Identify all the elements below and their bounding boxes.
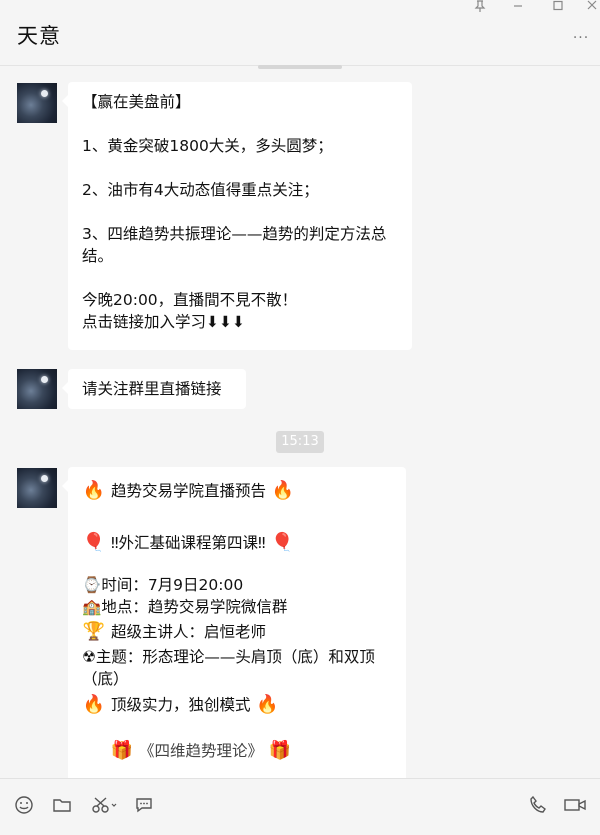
avatar[interactable] — [17, 468, 57, 508]
input-toolbar — [0, 778, 600, 835]
message-text: 今晚20:00，直播間不見不散！ — [82, 291, 298, 309]
topic-icon: ☢ — [82, 648, 96, 666]
location-row: 🏫地点：趋势交易学院微信群 — [82, 596, 392, 618]
message-text: 【赢在美盘前】 — [82, 93, 191, 111]
video-camera-icon[interactable] — [562, 795, 588, 817]
chat-title: 天意 — [17, 24, 61, 48]
time-text: 时间：7月9日20:00 — [101, 576, 244, 594]
topic-row: ☢主题：形态理论——头肩顶（底）和双顶（底） — [82, 646, 394, 690]
clock-icon: ⌚ — [82, 576, 102, 594]
fire-icon: 🔥 — [82, 480, 106, 501]
message-text: 1、黄金突破1800大关，多头圆梦； — [82, 137, 333, 155]
cut-text: 《四维趋势理论》 — [138, 742, 263, 760]
link-hint-text: 点击链接加入学习⬇⬇⬇ — [82, 313, 245, 331]
location-text: 地点：趋势交易学院微信群 — [101, 598, 288, 616]
announcement-bubble: 🔥 趋势交易学院直播预告 🔥 🎈 ‼外汇基础课程第四课‼ 🎈 ⌚时间：7月9日2… — [62, 467, 406, 778]
close-icon[interactable] — [582, 0, 600, 14]
minimize-icon[interactable] — [508, 0, 528, 14]
building-icon: 🏫 — [82, 598, 102, 616]
headline-row: 🔥 趋势交易学院直播预告 🔥 — [82, 480, 392, 502]
pin-icon[interactable] — [470, 0, 490, 14]
title-bar: 天意 ··· — [0, 0, 600, 66]
timestamp-badge: 15:13 — [276, 431, 324, 453]
message-text: 3、四维趋势共振理论——趋势的判定方法总结。 — [82, 225, 387, 265]
emoji-icon[interactable] — [12, 795, 36, 817]
avatar[interactable] — [17, 83, 57, 123]
fire-icon: 🔥 — [271, 480, 295, 501]
cut-row: 🎁 《四维趋势理论》 🎁 — [82, 740, 392, 762]
speaker-text: 超级主讲人：启恒老师 — [110, 623, 266, 641]
course-row: 🎈 ‼外汇基础课程第四课‼ 🎈 — [82, 532, 392, 554]
balloon-icon: 🎈 — [82, 532, 106, 553]
gift-icon: 🎁 — [268, 740, 292, 761]
scissors-icon[interactable] — [90, 795, 118, 817]
headline-text: 趋势交易学院直播预告 — [110, 482, 266, 500]
message-list: 【赢在美盘前】 1、黄金突破1800大关，多头圆梦； 2、油市有4大动态值得重点… — [0, 66, 600, 778]
maximize-icon[interactable] — [548, 0, 568, 14]
time-row: ⌚时间：7月9日20:00 — [82, 574, 392, 596]
chat-history-icon[interactable] — [132, 795, 156, 817]
speaker-row: 🏆 超级主讲人：启恒老师 — [82, 621, 392, 643]
phone-icon[interactable] — [526, 795, 550, 817]
fire-icon: 🔥 — [256, 694, 279, 715]
course-text: ‼外汇基础课程第四课‼ — [110, 534, 266, 552]
message-text: 2、油市有4大动态值得重点关注； — [82, 181, 319, 199]
message-bubble: 【赢在美盘前】 1、黄金突破1800大关，多头圆梦； 2、油市有4大动态值得重点… — [62, 82, 412, 350]
gift-icon: 🎁 — [110, 740, 134, 761]
topic-text: 主题：形态理论——头肩顶（底）和双顶（底） — [82, 648, 375, 688]
trophy-icon: 🏆 — [82, 621, 106, 642]
tagline-text: 顶级实力，独创模式 — [110, 696, 251, 714]
message-text: 请关注群里直播链接 — [82, 380, 222, 398]
avatar[interactable] — [17, 369, 57, 409]
folder-icon[interactable] — [50, 795, 74, 817]
more-options-icon[interactable]: ··· — [570, 30, 592, 46]
fire-icon: 🔥 — [82, 694, 106, 715]
message-bubble: 请关注群里直播链接 — [62, 369, 246, 409]
tagline-row: 🔥 顶级实力，独创模式 🔥 — [82, 694, 392, 716]
balloon-icon: 🎈 — [271, 532, 294, 553]
